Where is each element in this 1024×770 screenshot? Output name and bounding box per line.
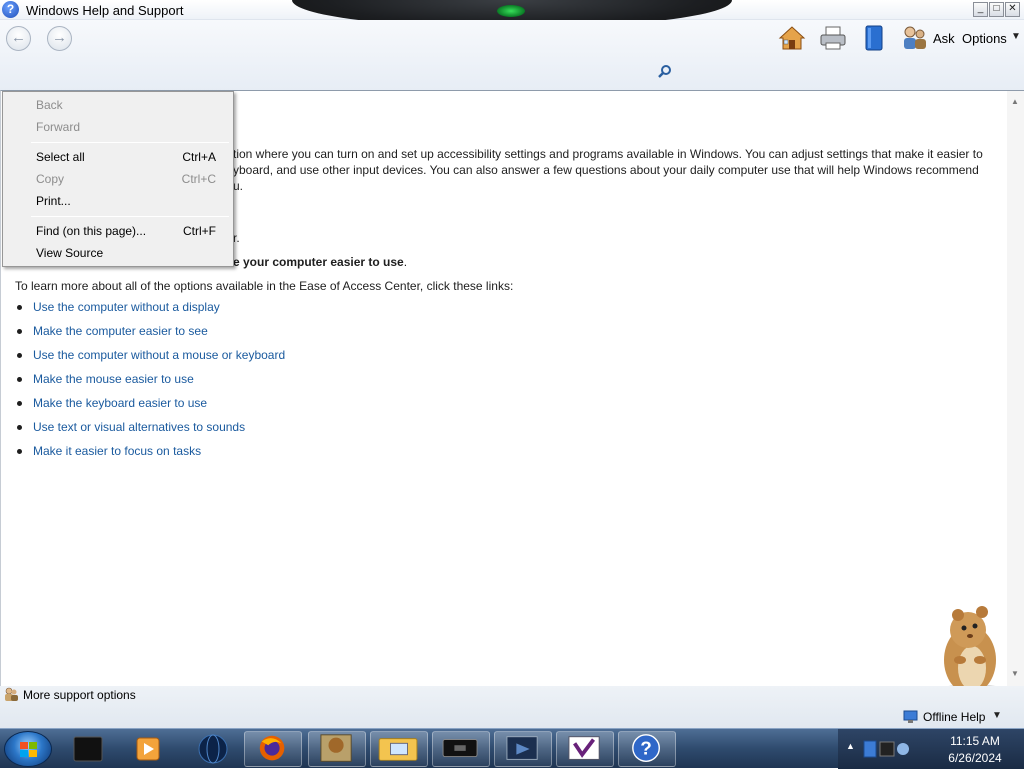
help-link[interactable]: Make it easier to focus on tasks [33, 444, 201, 458]
status-bar: More support options Offline Help ▼ [0, 686, 1024, 728]
help-link[interactable]: Use the computer without a mouse or keyb… [33, 348, 285, 362]
browse-help-icon[interactable] [859, 23, 889, 53]
taskbar-app[interactable] [308, 731, 366, 767]
offline-help-icon [903, 710, 918, 723]
offline-help-button[interactable]: Offline Help [923, 710, 985, 724]
menu-item-select-all[interactable]: Select all Ctrl+A [4, 146, 232, 168]
more-support-options-link[interactable]: More support options [23, 688, 136, 702]
menu-item-shortcut: Ctrl+A [182, 150, 216, 164]
taskbar-app[interactable] [184, 731, 242, 767]
bullet-icon [17, 353, 22, 358]
help-app-icon: ? [2, 1, 19, 18]
menu-item-back[interactable]: Back [4, 94, 232, 116]
title-bar: ? Windows Help and Support _ □ ✕ [0, 0, 1024, 28]
help-link[interactable]: Make the keyboard easier to use [33, 396, 207, 410]
help-link[interactable]: Make the mouse easier to use [33, 372, 194, 386]
toolbar: ← → Ask Options ▼ [0, 20, 1024, 90]
vertical-scrollbar[interactable]: ▲ ▼ [1007, 91, 1024, 686]
globe-icon [198, 734, 228, 764]
tray-icons[interactable] [862, 737, 910, 761]
bullet-icon [17, 449, 22, 454]
home-icon[interactable] [777, 23, 807, 53]
taskbar-app[interactable] [370, 731, 428, 767]
bold-line: e your computer easier to use. [233, 255, 407, 269]
text-fragment: r. [233, 231, 240, 245]
help-link[interactable]: Make the computer easier to see [33, 324, 208, 338]
help-link[interactable]: Use text or visual alternatives to sound… [33, 420, 245, 434]
notch-light-icon [497, 5, 525, 17]
taskbar-app[interactable] [432, 731, 490, 767]
windows-logo-icon [20, 742, 37, 757]
menu-item-view-source[interactable]: View Source [4, 242, 232, 264]
taskbar-app[interactable] [556, 731, 614, 767]
bullet-icon [17, 401, 22, 406]
taskbar-app[interactable] [244, 731, 302, 767]
menu-item-label: Print... [36, 194, 71, 208]
support-people-icon [5, 687, 18, 701]
terminal-icon [442, 739, 478, 758]
folder-icon [378, 738, 418, 761]
media-player-icon [136, 737, 160, 761]
menu-item-shortcut: Ctrl+F [183, 224, 216, 238]
menu-item-label: View Source [36, 246, 104, 260]
menu-item-shortcut: Ctrl+C [181, 172, 216, 186]
intro-text: To learn more about all of the options a… [15, 279, 514, 293]
menu-item-label: Forward [36, 120, 81, 134]
search-icon[interactable] [657, 64, 673, 80]
back-button[interactable]: ← [6, 26, 31, 51]
chevron-down-icon[interactable]: ▼ [1011, 31, 1021, 42]
taskbar-app[interactable] [60, 731, 118, 767]
forward-button[interactable]: → [47, 26, 72, 51]
menu-item-label: Copy [36, 172, 65, 186]
menu-item-copy[interactable]: Copy Ctrl+C [4, 168, 232, 190]
bold-text: e your computer easier to use [233, 255, 404, 269]
taskbar-app[interactable]: ? [618, 731, 676, 767]
back-arrow-icon: ← [11, 29, 26, 46]
bullet-icon [17, 329, 22, 334]
ask-icon[interactable] [899, 23, 929, 53]
start-button[interactable] [4, 731, 52, 767]
print-icon[interactable] [818, 23, 848, 53]
menu-item-label: Back [36, 98, 63, 112]
window-title: Windows Help and Support [26, 3, 184, 18]
box-game-icon [320, 734, 352, 762]
bold-suffix: . [403, 255, 408, 269]
firefox-icon [259, 735, 285, 761]
taskbar-app[interactable] [494, 731, 552, 767]
menu-item-find[interactable]: Find (on this page)... Ctrl+F [4, 220, 232, 242]
close-button[interactable]: ✕ [1005, 2, 1020, 17]
show-hidden-icons-icon[interactable]: ▲ [846, 741, 855, 751]
taskbar-app[interactable] [120, 731, 178, 767]
paragraph-line-2: yboard, and use other input devices. You… [233, 163, 979, 177]
clock-time[interactable]: 11:15 AM [940, 734, 1010, 748]
menu-separator [31, 216, 229, 217]
bullet-icon [17, 305, 22, 310]
paragraph-line-3: u. [233, 179, 244, 193]
context-menu: Back Forward Select all Ctrl+A Copy Ctrl… [2, 91, 234, 267]
scroll-up-icon[interactable]: ▲ [1011, 97, 1019, 106]
menu-item-print[interactable]: Print... [4, 190, 232, 212]
paragraph-line-1: tion where you can turn on and set up ac… [233, 147, 983, 161]
ask-button[interactable]: Ask [933, 31, 955, 46]
help-link[interactable]: Use the computer without a display [33, 300, 220, 314]
maximize-button[interactable]: □ [989, 2, 1004, 17]
menu-separator [31, 142, 229, 143]
options-menu-button[interactable]: Options [962, 31, 1007, 46]
bullet-icon [17, 425, 22, 430]
screen-app-icon [506, 736, 538, 760]
help-icon: ? [632, 734, 660, 762]
taskbar: ? ▲ 11:15 AM 6/26/2024 [0, 728, 1024, 769]
menu-item-label: Find (on this page)... [36, 224, 147, 238]
minimize-button[interactable]: _ [973, 2, 988, 17]
bullet-icon [17, 377, 22, 382]
chevron-down-icon[interactable]: ▼ [992, 710, 1002, 721]
menu-item-forward[interactable]: Forward [4, 116, 232, 138]
svg-text:?: ? [640, 739, 652, 760]
visual-studio-icon [568, 736, 600, 760]
menu-item-label: Select all [36, 150, 85, 164]
forward-arrow-icon: → [52, 29, 67, 46]
media-device-icon [73, 736, 103, 762]
clock-date[interactable]: 6/26/2024 [940, 751, 1010, 765]
